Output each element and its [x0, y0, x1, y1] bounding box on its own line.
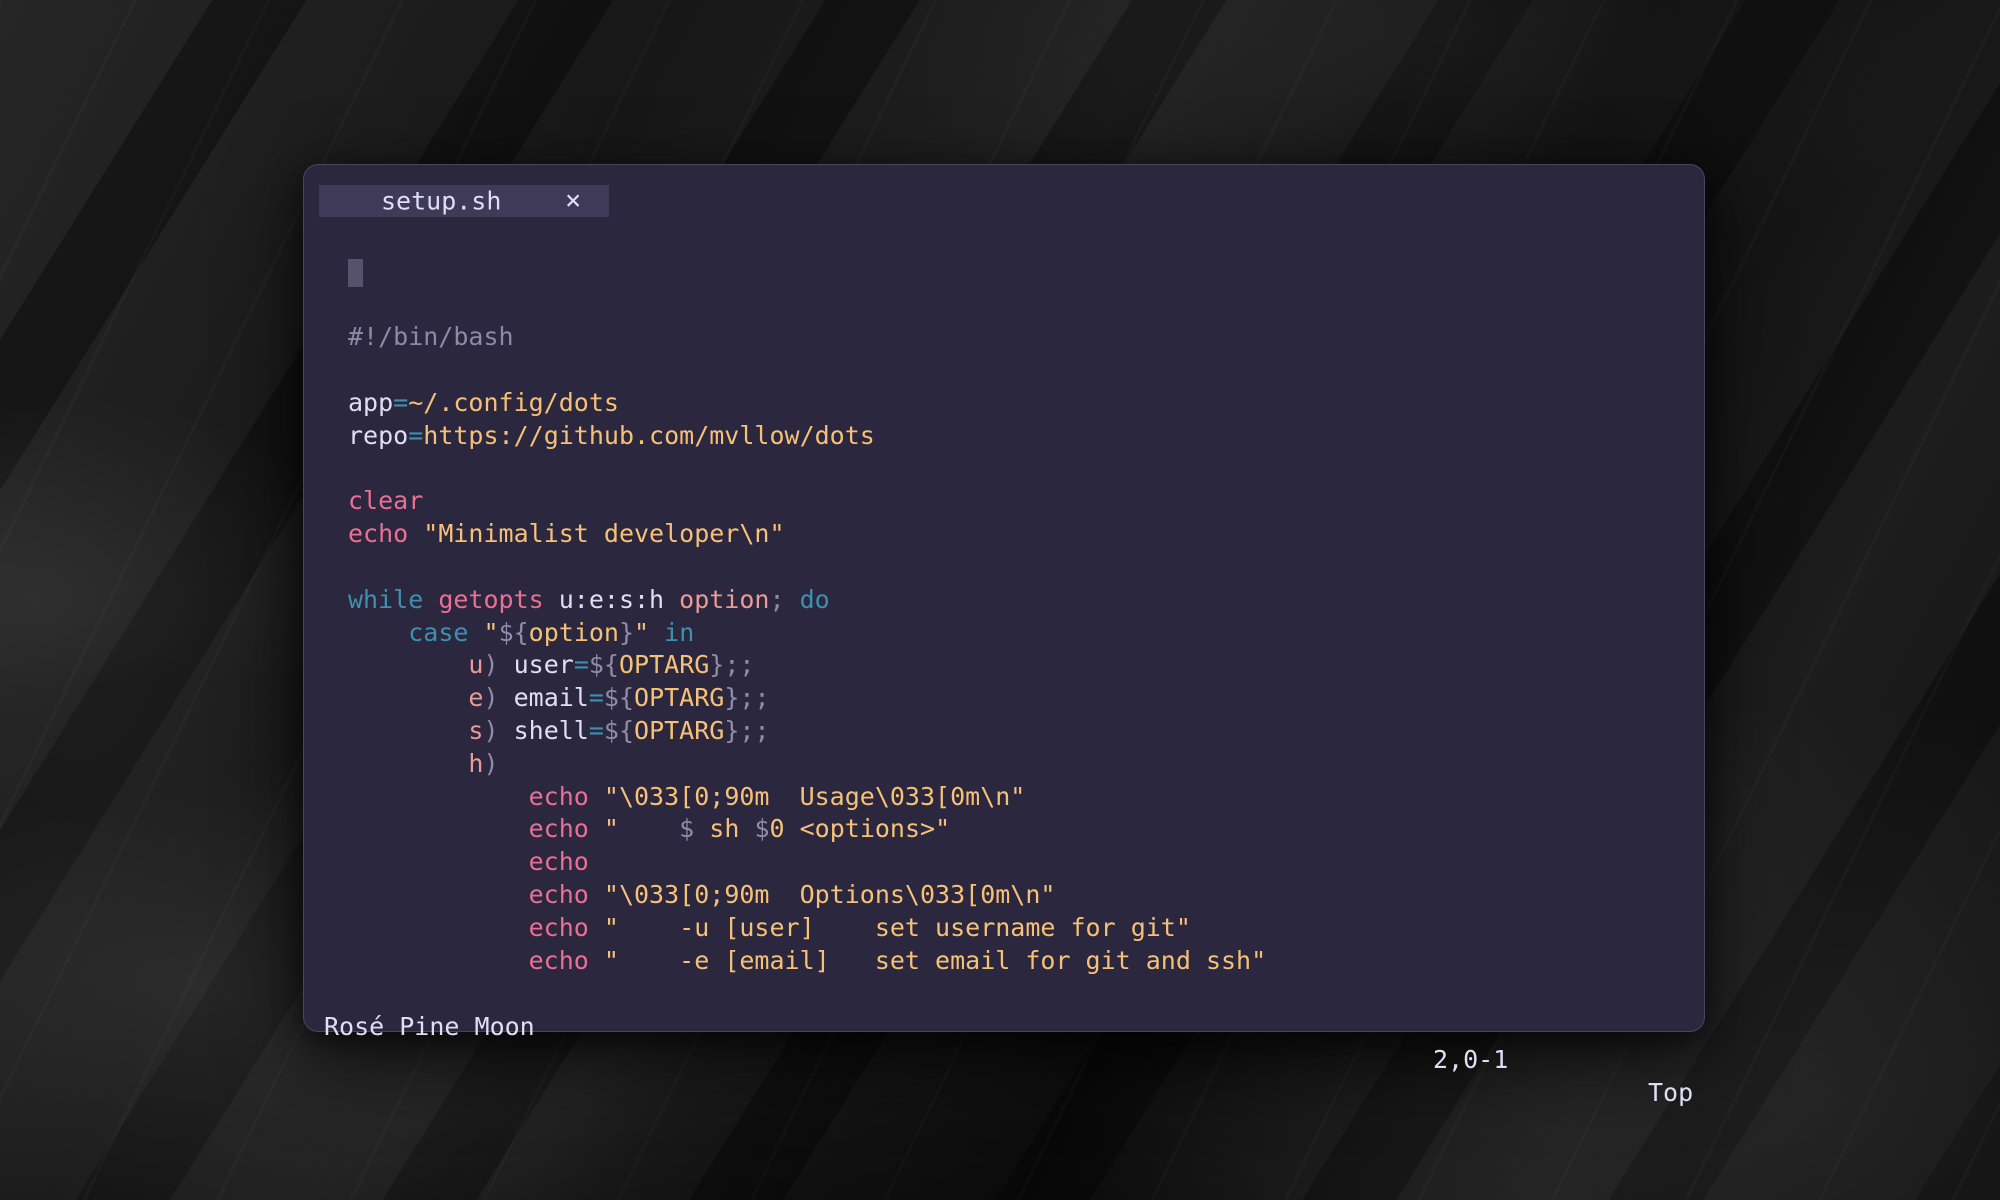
statusline-position: Top	[1648, 1076, 1693, 1109]
code-line	[348, 354, 1688, 387]
code-line: while getopts u:e:s:h option; do	[348, 584, 1688, 617]
code-line: echo	[348, 846, 1688, 879]
statusline: Rosé Pine Moon 2,0-1 Top	[304, 977, 1704, 1010]
code-line: s) shell=${OPTARG};;	[348, 715, 1688, 748]
cursor-block	[348, 259, 363, 287]
code-line	[348, 453, 1688, 486]
code-line	[348, 551, 1688, 584]
code-line: echo "Minimalist developer\n"	[348, 518, 1688, 551]
tab-title: setup.sh	[381, 187, 501, 216]
statusline-theme: Rosé Pine Moon	[324, 1010, 535, 1043]
code-line: u) user=${OPTARG};;	[348, 649, 1688, 682]
code-line: echo " -u [user] set username for git"	[348, 912, 1688, 945]
terminal-window: setup.sh × #!/bin/bash app=~/.config/dots…	[303, 164, 1705, 1032]
code-line: e) email=${OPTARG};;	[348, 682, 1688, 715]
desktop-background: setup.sh × #!/bin/bash app=~/.config/dots…	[0, 0, 2000, 1200]
close-icon[interactable]: ×	[565, 187, 581, 214]
code-line: app=~/.config/dots	[348, 387, 1688, 420]
code-line: clear	[348, 485, 1688, 518]
code-line: case "${option}" in	[348, 617, 1688, 650]
code-line: echo "\033[0;90m Usage\033[0m\n"	[348, 781, 1688, 814]
code-line: echo " -e [email] set email for git and …	[348, 945, 1688, 975]
tab-setup-sh[interactable]: setup.sh ×	[319, 185, 609, 217]
statusline-ruler: 2,0-1	[1433, 1043, 1508, 1076]
code-area[interactable]: #!/bin/bash app=~/.config/dotsrepo=https:…	[348, 223, 1688, 975]
code-line: h)	[348, 748, 1688, 781]
code-line: repo=https://github.com/mvllow/dots	[348, 420, 1688, 453]
code-line: #!/bin/bash	[348, 321, 1688, 354]
code-line: echo "\033[0;90m Options\033[0m\n"	[348, 879, 1688, 912]
code-line: echo " $ sh $0 <options>"	[348, 813, 1688, 846]
